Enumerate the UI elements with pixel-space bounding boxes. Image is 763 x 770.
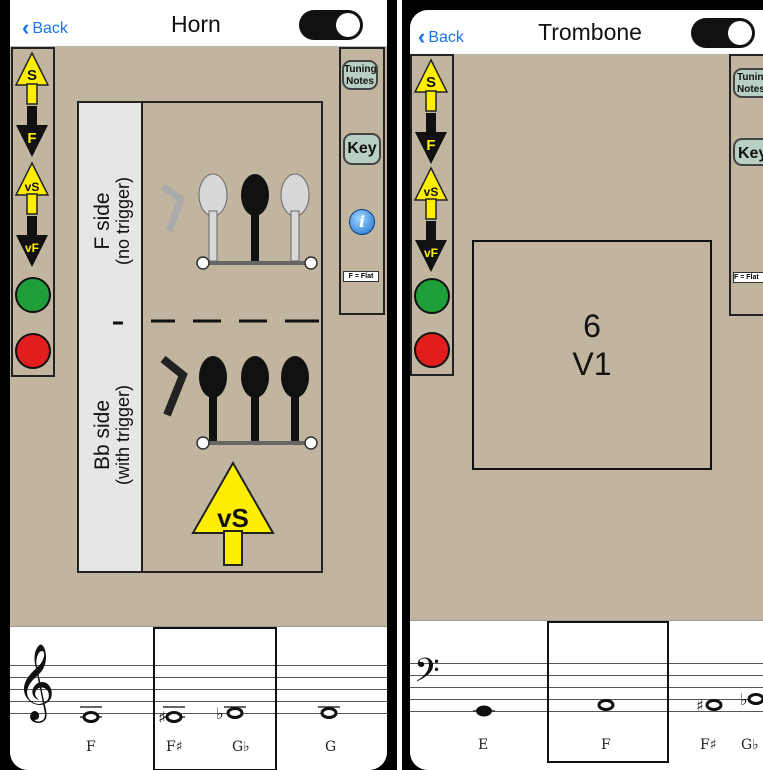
position-label: V1 [572, 346, 612, 382]
legend-column: S F vS vF [410, 54, 454, 376]
note-label: F♯ [700, 737, 717, 753]
info-icon[interactable]: i [349, 209, 375, 235]
arrow-up-icon: S [15, 51, 49, 105]
arrow-down-icon: F [415, 113, 447, 164]
bb-side-label: Bb side [91, 400, 114, 470]
legend-s-label: S [426, 74, 436, 91]
note-staff: 𝄞 ♯ ♭ F F♯ G♭ G [10, 626, 387, 770]
bb-side-sublabel: (with trigger) [113, 385, 133, 485]
nav-bar: ‹ Back Horn [10, 0, 387, 47]
arrow-up-icon: vS [414, 166, 448, 220]
arrow-up-icon: S [414, 58, 448, 112]
note-label: E [478, 737, 489, 753]
selected-note-box[interactable] [153, 627, 277, 770]
nav-bar: ‹ Back Trombone [410, 10, 763, 55]
tuning-notes-button[interactable]: Tuning Notes [342, 60, 378, 90]
position-number: 6 [583, 308, 601, 344]
legend-s-label: S [27, 67, 37, 84]
note-label: G [325, 739, 337, 755]
flat-legend: F = Flat [733, 272, 763, 283]
note-staff: 𝄢 ♯ ♭ E F F♯ G♭ [410, 620, 763, 770]
arrow-down-icon: vF [16, 216, 48, 267]
arrow-label: vS [217, 503, 249, 533]
key-button[interactable]: Key [733, 138, 763, 166]
mode-toggle[interactable] [299, 10, 363, 40]
slide-position-box: 6 V1 [472, 240, 712, 470]
legend-vf-label: vF [25, 241, 39, 255]
page-title: Trombone [538, 19, 642, 45]
fingering-chart: F side (no trigger) Bb side (with trigge… [77, 101, 323, 573]
mode-toggle[interactable] [691, 18, 755, 48]
svg-text:♯: ♯ [696, 696, 704, 715]
legend-column: S F vS vF [11, 47, 55, 377]
note-label: G♭ [741, 737, 759, 753]
page-title: Horn [171, 11, 221, 37]
horn-screen: ‹ Back Horn S F vS vF Tuning Notes Key i… [0, 0, 397, 770]
legend-f-label: F [27, 130, 36, 147]
f-side-label: F side [91, 192, 114, 249]
legend-f-label: F [426, 137, 435, 154]
fingering-diagram: F side (no trigger) Bb side (with trigge… [91, 173, 319, 566]
svg-text:♭: ♭ [740, 690, 748, 709]
side-panel: Tuning Notes Key F = Flat [729, 54, 763, 316]
f-side-sublabel: (no trigger) [113, 177, 133, 265]
key-button[interactable]: Key [343, 133, 381, 165]
chevron-left-icon: ‹ [418, 24, 426, 49]
side-panel: Tuning Notes Key i F = Flat [339, 47, 385, 315]
green-light [15, 277, 51, 313]
arrow-down-icon: F [16, 106, 48, 157]
red-light [15, 333, 51, 369]
trombone-screen: ‹ Back Trombone S F vS vF Tunin Notes Ke… [402, 0, 763, 770]
back-button[interactable]: ‹ Back [418, 22, 464, 49]
chevron-left-icon: ‹ [22, 15, 30, 40]
arrow-up-icon: vS [15, 161, 49, 215]
legend-vs-label: vS [25, 180, 40, 194]
tuning-notes-button[interactable]: Tuning Notes [733, 68, 763, 98]
flat-legend: F = Flat [343, 271, 379, 282]
selected-note-box[interactable] [547, 621, 669, 763]
note-label: F [86, 739, 96, 755]
back-button[interactable]: ‹ Back [22, 13, 68, 40]
legend-vs-label: vS [424, 185, 439, 199]
arrow-down-icon: vF [415, 221, 447, 272]
green-light [414, 278, 450, 314]
red-light [414, 332, 450, 368]
legend-vf-label: vF [424, 246, 438, 260]
